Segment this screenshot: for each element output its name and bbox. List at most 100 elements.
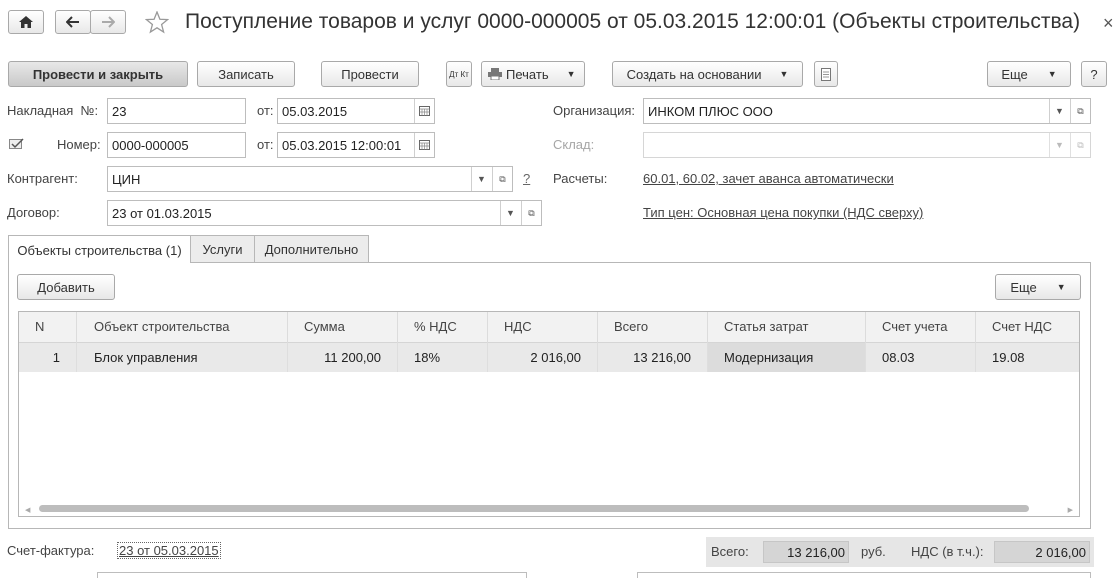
chevron-down-icon[interactable]: ▼ (471, 167, 491, 191)
chevron-down-icon[interactable]: ▼ (500, 201, 520, 225)
calendar-icon[interactable] (414, 133, 434, 157)
construction-objects-table: N Объект строительства Сумма % НДС НДС В… (18, 311, 1080, 517)
number-date-value: 05.03.2015 12:00:01 (282, 138, 402, 153)
print-label: Печать (506, 66, 549, 82)
column-header-vat-rate[interactable]: % НДС (398, 312, 488, 343)
invoice-date-label: от: (257, 103, 274, 118)
table-more-label: Еще (1010, 279, 1037, 295)
home-icon (19, 16, 33, 28)
report-button[interactable] (814, 61, 838, 87)
settlements-label: Расчеты: (553, 171, 608, 186)
scroll-right-icon[interactable]: ▶ (1068, 506, 1073, 514)
forward-button[interactable] (90, 10, 126, 34)
tab-construction-objects[interactable]: Объекты строительства (1) (8, 235, 191, 264)
counterparty-field[interactable]: ЦИН ▼ ⧉ (107, 166, 513, 192)
invoice-label: Накладная №: (7, 103, 99, 118)
bottom-field-right[interactable] (637, 572, 1091, 578)
counterparty-label: Контрагент: (7, 171, 78, 186)
cell-sum: 11 200,00 (288, 343, 398, 372)
totals-panel: Всего: 13 216,00 руб. НДС (в т.ч.): 2 01… (706, 537, 1094, 567)
contract-label: Договор: (7, 205, 60, 220)
organization-value: ИНКОМ ПЛЮС ООО (648, 104, 773, 119)
calendar-icon[interactable] (414, 99, 434, 123)
chevron-down-icon: ▼ (1056, 282, 1066, 292)
open-icon[interactable]: ⧉ (521, 201, 541, 225)
cell-total: 13 216,00 (598, 343, 708, 372)
create-based-on-button[interactable]: Создать на основании ▼ (612, 61, 803, 87)
star-icon[interactable] (145, 11, 169, 34)
document-icon (821, 67, 831, 81)
cell-n: 1 (19, 343, 77, 372)
number-label: Номер: (57, 137, 101, 152)
cell-vat-account: 19.08 (992, 350, 1025, 365)
table-more-button[interactable]: Еще ▼ (995, 274, 1081, 300)
number-date-field[interactable]: 05.03.2015 12:00:01 (277, 132, 435, 158)
tab-services[interactable]: Услуги (190, 235, 255, 263)
warehouse-field: ▼ ⧉ (643, 132, 1091, 158)
number-field[interactable]: 0000-000005 (107, 132, 246, 158)
posting-status-icon (9, 138, 24, 149)
organization-label: Организация: (553, 103, 636, 118)
column-header-total[interactable]: Всего (598, 312, 708, 343)
post-button[interactable]: Провести (321, 61, 419, 87)
open-icon[interactable]: ⧉ (1070, 99, 1090, 123)
cell-object: Блок управления (77, 343, 288, 372)
cell-vat: 2 016,00 (488, 343, 598, 372)
open-icon[interactable]: ⧉ (492, 167, 512, 191)
add-button[interactable]: Добавить (17, 274, 115, 300)
cell-vat-rate: 18% (398, 343, 488, 372)
vat-total-value: 2 016,00 (994, 541, 1090, 563)
page-title: Поступление товаров и услуг 0000-000005 … (185, 10, 1081, 33)
chevron-down-icon[interactable]: ▼ (1049, 99, 1069, 123)
organization-field[interactable]: ИНКОМ ПЛЮС ООО ▼ ⧉ (643, 98, 1091, 124)
open-icon: ⧉ (1070, 133, 1090, 157)
chevron-down-icon: ▼ (1047, 69, 1057, 79)
close-icon[interactable]: × (1103, 13, 1114, 34)
price-type-link[interactable]: Тип цен: Основная цена покупки (НДС свер… (643, 205, 923, 220)
warehouse-label: Склад: (553, 137, 595, 152)
home-button[interactable] (8, 10, 44, 34)
chevron-down-icon: ▼ (779, 69, 789, 79)
cell-cost-item[interactable]: Модернизация (708, 343, 866, 372)
more-button[interactable]: Еще ▼ (987, 61, 1071, 87)
create-based-on-label: Создать на основании (626, 66, 762, 82)
cell-account: 08.03 (866, 343, 976, 372)
invoice-doc-label: Счет-фактура: (7, 543, 95, 558)
settlements-link[interactable]: 60.01, 60.02, зачет аванса автоматически (643, 171, 894, 186)
contract-field[interactable]: 23 от 01.03.2015 ▼ ⧉ (107, 200, 542, 226)
column-header-vat[interactable]: НДС (488, 312, 598, 343)
total-value: 13 216,00 (763, 541, 849, 563)
number-value: 0000-000005 (112, 138, 189, 153)
column-header-n[interactable]: N (19, 312, 77, 343)
invoice-number-value: 23 (112, 104, 127, 119)
tab-additional[interactable]: Дополнительно (254, 235, 369, 263)
column-header-cost-item[interactable]: Статья затрат (708, 312, 866, 343)
invoice-number-field[interactable]: 23 (107, 98, 246, 124)
more-label: Еще (1001, 66, 1028, 82)
contract-value: 23 от 01.03.2015 (112, 206, 212, 221)
post-and-close-button[interactable]: Провести и закрыть (8, 61, 188, 87)
column-header-sum[interactable]: Сумма (288, 312, 398, 343)
invoice-doc-link[interactable]: 23 от 05.03.2015 (117, 542, 221, 559)
invoice-date-value: 05.03.2015 (282, 104, 348, 119)
counterparty-value: ЦИН (112, 172, 141, 187)
chevron-down-icon: ▼ (1049, 133, 1069, 157)
column-header-object[interactable]: Объект строительства (77, 312, 288, 343)
scroll-left-icon[interactable]: ◀ (25, 506, 30, 514)
table-row[interactable]: 1 Блок управления 11 200,00 18% 2 016,00… (19, 343, 1079, 372)
bottom-field-left[interactable] (97, 572, 527, 578)
horizontal-scrollbar[interactable] (39, 505, 1029, 512)
column-header-vat-account[interactable]: Счет НДС (976, 312, 1079, 343)
column-header-account[interactable]: Счет учета (866, 312, 976, 343)
chevron-down-icon: ▼ (566, 69, 576, 79)
back-button[interactable] (55, 10, 91, 34)
invoice-date-field[interactable]: 05.03.2015 (277, 98, 435, 124)
printer-icon (488, 68, 502, 80)
currency-label: руб. (861, 544, 886, 559)
settlements-help-icon[interactable]: ? (523, 171, 530, 186)
help-button[interactable]: ? (1081, 61, 1107, 87)
save-button[interactable]: Записать (197, 61, 295, 87)
dt-kt-button[interactable]: Дт Кт (446, 61, 472, 87)
print-button[interactable]: Печать ▼ (481, 61, 585, 87)
vat-total-label: НДС (в т.ч.): (911, 544, 984, 559)
